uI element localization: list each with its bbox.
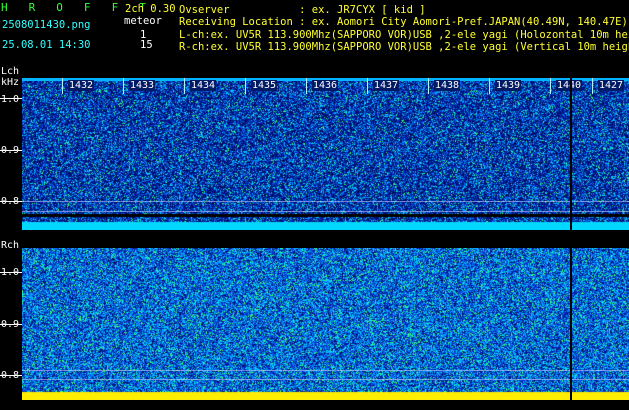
lch-tick-1-0: 1.0 xyxy=(1,94,20,105)
rch-axis-tick xyxy=(0,375,22,376)
time-tick xyxy=(367,78,368,94)
meteor-label: meteor xyxy=(124,15,162,27)
capture-datetime: 25.08.01 14:30 xyxy=(2,39,91,51)
meteor-count-rch: 15 xyxy=(140,39,153,51)
rch-axis-tick xyxy=(0,324,22,325)
lch-unit-label: kHz xyxy=(1,77,20,88)
time-tick xyxy=(123,78,124,94)
rch-reference-line xyxy=(22,370,629,371)
rch-config-line: R-ch:ex. UV5R 113.900Mhz(SAPPORO VOR)USB… xyxy=(179,41,629,53)
time-tick xyxy=(550,78,551,94)
time-label: 1432 xyxy=(68,80,95,91)
time-label: 1427 xyxy=(598,80,625,91)
lch-channel-label: Lch xyxy=(1,66,20,77)
lch-axis-tick xyxy=(0,150,22,151)
image-filename: 2508011430.png xyxy=(2,19,91,31)
observer-line: Ovserver : ex. JR7CYX [ kid ] xyxy=(179,4,426,16)
time-label: 1435 xyxy=(251,80,278,91)
location-line: Receiving Location : ex. Aomori City Aom… xyxy=(179,16,628,28)
rch-spectrogram xyxy=(22,248,629,400)
rch-reference-line xyxy=(22,379,629,380)
time-label: 1434 xyxy=(190,80,217,91)
time-tick xyxy=(592,78,593,94)
lch-reference-line xyxy=(22,201,629,202)
time-tick xyxy=(184,78,185,94)
version-label: 2ch 0.30 xyxy=(125,3,176,15)
time-tick xyxy=(245,78,246,94)
lch-config-line: L-ch:ex. UV5R 113.900Mhz(SAPPORO VOR)USB… xyxy=(179,29,629,41)
time-label: 1439 xyxy=(495,80,522,91)
rch-gap-line xyxy=(570,248,572,400)
time-tick xyxy=(489,78,490,94)
time-tick xyxy=(62,78,63,94)
rch-axis-tick xyxy=(0,272,22,273)
lch-gap-line xyxy=(570,78,572,230)
lch-spectrogram xyxy=(22,78,629,230)
lch-axis-tick xyxy=(0,201,22,202)
time-label: 1436 xyxy=(312,80,339,91)
time-label: 1433 xyxy=(129,80,156,91)
time-tick xyxy=(428,78,429,94)
lch-reference-line xyxy=(22,211,629,212)
time-tick xyxy=(306,78,307,94)
time-label: 1438 xyxy=(434,80,461,91)
time-label: 1437 xyxy=(373,80,400,91)
lch-axis-tick xyxy=(0,98,22,99)
rch-channel-label: Rch xyxy=(1,240,20,251)
